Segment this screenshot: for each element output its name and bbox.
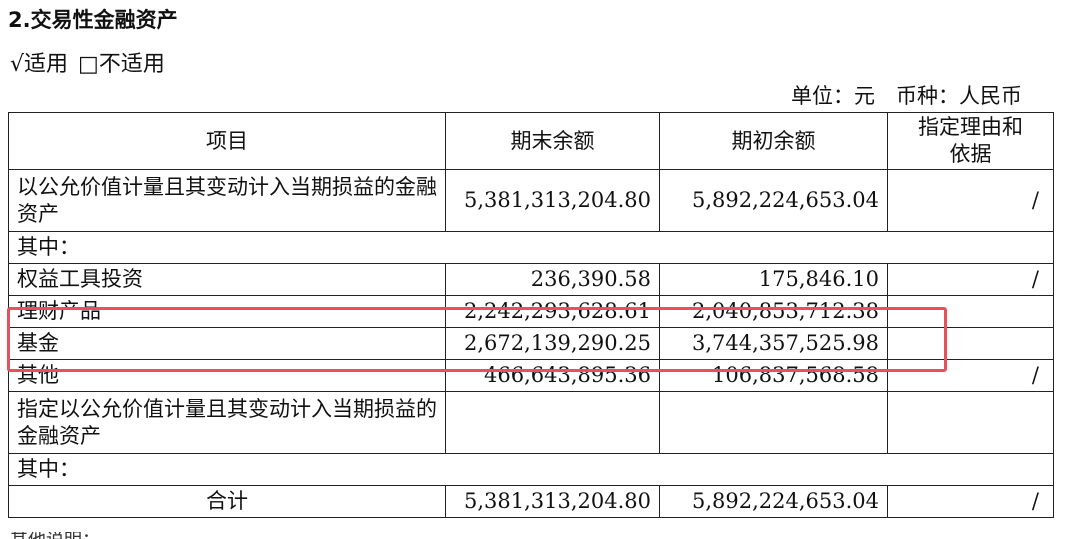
- row-reason: /: [887, 169, 1054, 232]
- row-item-total: 合计: [8, 485, 446, 518]
- not-applicable-option: □不适用: [78, 52, 165, 77]
- row-begin-balance: 3,744,357,525.98: [659, 327, 888, 360]
- table-row: 以公允价值计量且其变动计入当期损益的金融资产 5,381,313,204.80 …: [8, 169, 1054, 232]
- table-header-row: 项目 期末余额 期初余额 指定理由和依据: [8, 112, 1054, 170]
- applicable-option: √适用: [10, 52, 69, 77]
- header-reason: 指定理由和依据: [887, 112, 1054, 170]
- footer-note-cut: 其他说明：: [10, 532, 100, 539]
- row-begin-balance: 175,846.10: [659, 263, 888, 296]
- row-reason: /: [887, 485, 1054, 518]
- row-item: 以公允价值计量且其变动计入当期损益的金融资产: [8, 169, 446, 232]
- row-reason: /: [887, 263, 1054, 296]
- row-begin-balance: 5,892,224,653.04: [659, 169, 888, 232]
- table-row: 其他 466,643,895.36 106,837,568.58 /: [8, 359, 1054, 392]
- applicability-line: √适用 □不适用: [10, 46, 165, 78]
- table-row: 合计 5,381,313,204.80 5,892,224,653.04 /: [8, 485, 1054, 518]
- row-item: 权益工具投资: [8, 263, 446, 296]
- row-item: 指定以公允价值计量且其变动计入当期损益的金融资产: [8, 391, 446, 454]
- row-reason: [887, 295, 1054, 328]
- header-item: 项目: [8, 112, 446, 170]
- unit-currency-line: 单位：元 币种：人民币: [791, 84, 1022, 108]
- row-end-balance: 5,381,313,204.80: [445, 169, 660, 232]
- table-row: 指定以公允价值计量且其变动计入当期损益的金融资产: [8, 391, 1054, 454]
- row-item: 其中：: [8, 453, 1054, 486]
- table-row: 其中：: [8, 453, 1054, 486]
- row-end-balance: 236,390.58: [445, 263, 660, 296]
- row-begin-balance: 106,837,568.58: [659, 359, 888, 392]
- table-row: 其中：: [8, 231, 1054, 264]
- trading-financial-assets-table: 项目 期末余额 期初余额 指定理由和依据 以公允价值计量且其变动计入当期损益的金…: [8, 112, 1054, 518]
- row-end-balance: 466,643,895.36: [445, 359, 660, 392]
- row-end-balance: 2,242,293,628.61: [445, 295, 660, 328]
- row-begin-balance: 2,040,853,712.38: [659, 295, 888, 328]
- row-item: 基金: [8, 327, 446, 360]
- row-item: 其中：: [8, 231, 1054, 264]
- row-reason: [887, 327, 1054, 360]
- section-title: 2.交易性金融资产: [8, 8, 178, 32]
- row-item: 理财产品: [8, 295, 446, 328]
- table-row: 基金 2,672,139,290.25 3,744,357,525.98: [8, 327, 1054, 360]
- header-end-balance: 期末余额: [445, 112, 660, 170]
- row-reason: [887, 391, 1054, 454]
- table-row: 理财产品 2,242,293,628.61 2,040,853,712.38: [8, 295, 1054, 328]
- table-row: 权益工具投资 236,390.58 175,846.10 /: [8, 263, 1054, 296]
- row-end-balance: [445, 391, 660, 454]
- header-begin-balance: 期初余额: [659, 112, 888, 170]
- row-end-balance: 5,381,313,204.80: [445, 485, 660, 518]
- row-begin-balance: 5,892,224,653.04: [659, 485, 888, 518]
- row-begin-balance: [659, 391, 888, 454]
- row-reason: /: [887, 359, 1054, 392]
- row-end-balance: 2,672,139,290.25: [445, 327, 660, 360]
- row-item: 其他: [8, 359, 446, 392]
